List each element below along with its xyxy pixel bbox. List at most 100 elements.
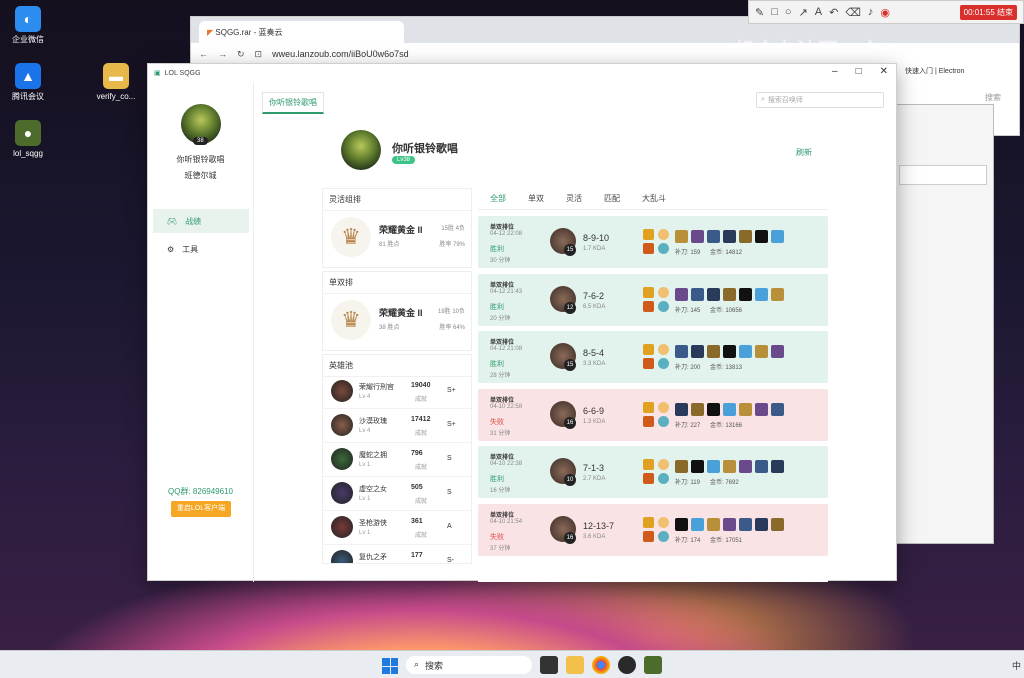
hero-level: Lv 1 (359, 496, 371, 502)
hero-row[interactable]: 圣枪游侠 Lv 1 361 成就 A (323, 511, 471, 545)
main-content: 你听银铃歌唱 ⌕ 搜索召唤师 你听银铃歌唱 Lv38 刷新 灵活组排 ♛ 荣耀黄金… (254, 82, 896, 582)
flex-rank-card: 灵活组排 ♛ 荣耀黄金 II 81 胜点 15胜 4负 胜率 79% (322, 188, 472, 268)
hero-row[interactable]: 魔蛇之拥 Lv 1 796 成就 S (323, 443, 471, 477)
hero-grade: A (447, 523, 452, 530)
app-logo-icon: ▣ (154, 70, 161, 77)
match-gold: 金币: 10656 (710, 307, 743, 314)
item-icon (755, 287, 768, 301)
explorer-icon[interactable] (566, 656, 584, 674)
forward-icon[interactable]: → (218, 49, 227, 59)
item-icon (755, 517, 768, 531)
match-duration: 28 分钟 (490, 373, 511, 379)
gear-icon: ⚙ (167, 244, 175, 254)
match-result: 胜利 (490, 303, 504, 311)
restart-client-button[interactable]: 重启LOL客户端 (171, 501, 231, 517)
taskbar-search[interactable]: ⌕ 搜索 (406, 656, 532, 674)
match-row[interactable]: 单双排位 04-12 21:43 胜利 20 分钟 12 7-6-2 6.5 KDA 补刀: … (478, 273, 828, 326)
nav-item-record[interactable]: 🎮︎ 战绩 (153, 209, 249, 233)
desktop-icon-lol-sqgg[interactable]: ● lol_sqgg (0, 120, 56, 159)
rune-icon (658, 459, 669, 470)
item-icon (723, 287, 736, 301)
hero-row[interactable]: 沙漠玫瑰 Lv 4 17412 成就 S+ (323, 409, 471, 443)
folder-icon: ▬ (103, 63, 129, 89)
filter-tab[interactable]: 单双 (528, 193, 544, 204)
hero-score: 361 (411, 518, 423, 525)
windows-start-icon[interactable] (382, 658, 398, 674)
hero-score-unit: 成就 (415, 533, 428, 539)
item-icon (691, 230, 704, 243)
browser-search-button[interactable]: 搜索 (985, 92, 1001, 103)
lol-sqgg-taskbar-icon[interactable] (644, 656, 662, 674)
rank-winloss: 18胜 10负 (437, 309, 465, 315)
champion-level: 12 (564, 301, 576, 314)
match-row[interactable]: 单双排位 04-10 22:38 胜利 16 分钟 10 7-1-3 2.7 KDA 补刀: … (478, 446, 828, 498)
refresh-button[interactable]: 刷新 (796, 147, 812, 158)
match-cs: 补刀: 119 (675, 480, 700, 486)
close-icon[interactable]: ✕ (880, 66, 888, 77)
filter-tab[interactable]: 匹配 (604, 193, 620, 204)
match-row[interactable]: 单双排位 04-12 22:08 胜利 30 分钟 15 8-9-10 1.7 KDA 补刀:… (478, 216, 828, 268)
taskbar: ⌕ 搜索 中 (0, 650, 1024, 678)
maximize-icon[interactable]: □ (856, 66, 862, 77)
hero-score: 796 (411, 450, 423, 457)
item-icon (675, 345, 688, 358)
hero-avatar (331, 380, 353, 402)
match-row[interactable]: 单双排位 04-10 21:54 失败 37 分钟 16 12-13-7 3.6 KDA 补刀… (478, 503, 828, 556)
task-view-icon[interactable] (540, 656, 558, 674)
desktop-icon-folder[interactable]: ▬ verify_co... (88, 63, 144, 102)
mic-off-icon[interactable]: ◉ (880, 6, 890, 19)
minimize-icon[interactable]: – (832, 66, 838, 77)
summoner-spell-icon (643, 530, 654, 542)
match-history: 全部 单双 灵活 匹配 大乱斗 单双排位 04-12 22:08 胜利 30 分钟 15 8-9-… (478, 188, 828, 582)
desktop-icon-wecom[interactable]: ◐ 企业微信 (0, 6, 56, 45)
hero-row[interactable]: 复仇之矛Lv 1177成就S- (323, 545, 471, 563)
recording-timer[interactable]: 00:01:55 结束 (959, 4, 1017, 20)
rank-points: 38 胜点 (379, 325, 400, 331)
url-text[interactable]: wweu.lanzoub.com/iiBoU0w6o7sd (272, 49, 409, 59)
summoner-spell-icon (643, 459, 654, 470)
speaker-icon[interactable]: ♪ (868, 6, 874, 18)
nav-item-tools[interactable]: ⚙ 工具 (153, 237, 249, 261)
match-duration: 37 分钟 (490, 545, 511, 552)
item-icon (691, 517, 704, 531)
ime-indicator[interactable]: 中 (1012, 659, 1021, 672)
browser-tab[interactable]: ◤ SQGG.rar - 蓝奏云 (199, 21, 404, 43)
hero-score-unit: 成就 (415, 397, 428, 403)
circle-icon[interactable]: ○ (785, 6, 792, 18)
electron-search-input[interactable] (899, 165, 987, 185)
hero-grade: S (447, 455, 452, 462)
lol-client-icon[interactable] (618, 656, 636, 674)
filter-tab[interactable]: 全部 (490, 193, 506, 204)
filter-tab[interactable]: 大乱斗 (642, 193, 666, 204)
hero-avatar (331, 482, 353, 504)
undo-icon[interactable]: ↶ (829, 6, 838, 19)
hero-row[interactable]: 荣耀行刑官 Lv 4 19040 成就 S+ (323, 375, 471, 409)
hero-level: Lv 1 (359, 530, 371, 536)
bookmark-electron[interactable]: 快速入门 | Electron (905, 66, 964, 76)
search-input[interactable]: ⌕ 搜索召唤师 (756, 92, 884, 108)
server-name: 班德尔城 (184, 171, 217, 180)
match-cs: 补刀: 200 (675, 365, 701, 371)
item-icon (739, 345, 752, 358)
text-icon[interactable]: A (815, 6, 822, 18)
summoner-spell-icon (643, 358, 654, 369)
trash-icon[interactable]: ⌫ (845, 6, 861, 19)
gold-rank-icon: ♛ (331, 217, 371, 257)
desktop-icon-tencent-meeting[interactable]: ▲ 腾讯会议 (0, 63, 56, 102)
rect-icon[interactable]: □ (771, 6, 778, 18)
tab-summoner[interactable]: 你听银铃歌唱 (262, 92, 324, 114)
hero-row[interactable]: 虚空之女 Lv 1 505 成就 S (323, 477, 471, 511)
match-row[interactable]: 单双排位 04-10 22:58 失败 31 分钟 16 6-6-9 1.3 KDA 补刀: … (478, 388, 828, 441)
back-icon[interactable]: ← (199, 49, 208, 59)
reload-icon[interactable]: ↻ (237, 49, 245, 60)
chrome-icon[interactable] (592, 656, 610, 674)
item-icon (691, 402, 704, 416)
arrow-icon[interactable]: ↗ (799, 6, 808, 19)
match-filter-tabs: 全部 单双 灵活 匹配 大乱斗 (478, 188, 828, 210)
match-result: 胜利 (490, 476, 504, 483)
pen-icon[interactable]: ✎ (755, 6, 764, 19)
filter-tab[interactable]: 灵活 (566, 193, 582, 204)
rune-icon (658, 516, 669, 528)
match-row[interactable]: 单双排位 04-12 21:08 胜利 28 分钟 15 8-5-4 3.3 KDA 补刀: … (478, 331, 828, 383)
match-kda-ratio: 2.7 KDA (583, 476, 606, 482)
